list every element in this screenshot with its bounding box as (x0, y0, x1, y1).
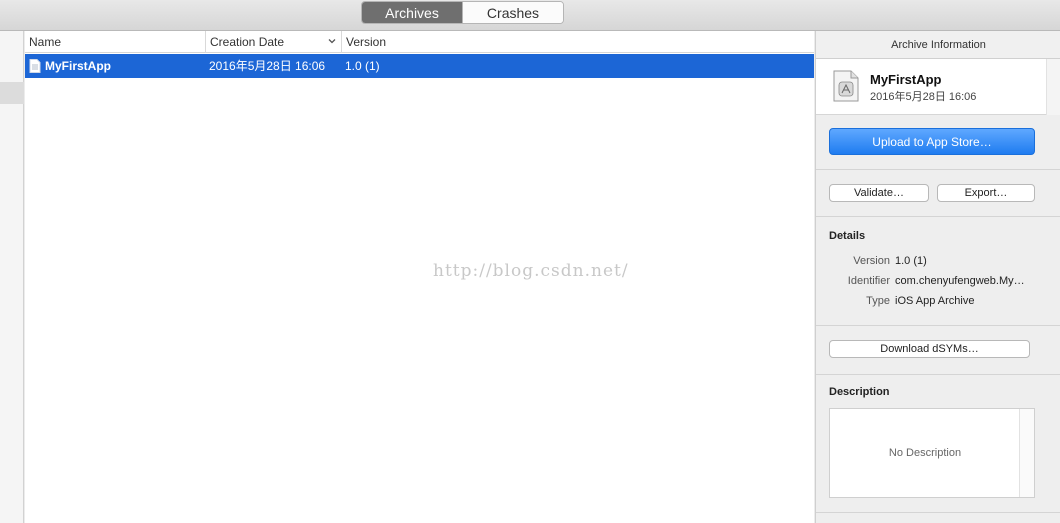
export-button[interactable]: Export… (937, 184, 1035, 202)
detail-label-version: Version (853, 255, 890, 267)
column-header-version[interactable]: Version (341, 31, 814, 53)
tab-archives[interactable]: Archives (362, 2, 462, 23)
detail-value-identifier: com.chenyufengweb.My… (895, 275, 1025, 287)
details-title: Details (829, 230, 866, 242)
column-header-name[interactable]: Name (25, 31, 205, 53)
description-scrollbar[interactable] (1019, 409, 1034, 497)
row-name: MyFirstApp (45, 59, 111, 73)
row-creation-date: 2016年5月28日 16:06 (209, 59, 326, 73)
detail-value-version: 1.0 (1) (895, 255, 927, 267)
detail-label-identifier: Identifier (847, 275, 890, 287)
upload-to-app-store-button[interactable]: Upload to App Store… (829, 128, 1035, 155)
archives-crashes-segmented-control: Archives Crashes (361, 1, 564, 24)
archive-information-panel: Archive Information MyFirstApp 2016年5月28… (815, 31, 1060, 523)
table-header: Name Creation Date Version (25, 31, 814, 53)
row-version: 1.0 (1) (345, 59, 380, 73)
app-creation-date: 2016年5月28日 16:06 (870, 91, 977, 103)
sidebar-selected-item[interactable] (0, 82, 24, 104)
divider (816, 325, 1060, 326)
tab-crashes[interactable]: Crashes (462, 2, 563, 23)
divider (816, 216, 1060, 217)
column-header-creation-date[interactable]: Creation Date (205, 31, 341, 53)
chevron-down-icon (328, 39, 336, 44)
archive-list: Name Creation Date Version MyFirstApp 20… (25, 31, 814, 523)
app-name: MyFirstApp (870, 72, 942, 87)
sidebar (0, 31, 24, 523)
description-placeholder: No Description (888, 447, 962, 459)
validate-button[interactable]: Validate… (829, 184, 929, 202)
description-title: Description (829, 386, 890, 398)
detail-label-type: Type (866, 295, 890, 307)
toolbar: Archives Crashes (0, 0, 1060, 31)
archive-summary-card: MyFirstApp 2016年5月28日 16:06 (816, 59, 1046, 115)
watermark: http://blog.csdn.net/ (433, 261, 629, 281)
archive-document-icon (29, 59, 41, 73)
app-archive-icon (833, 70, 859, 102)
table-row[interactable]: MyFirstApp 2016年5月28日 16:06 1.0 (1) (25, 54, 814, 78)
description-field[interactable]: No Description (829, 408, 1035, 498)
divider (816, 169, 1060, 170)
column-header-creation-date-label: Creation Date (210, 35, 285, 49)
divider (816, 512, 1060, 513)
divider (816, 374, 1060, 375)
detail-value-type: iOS App Archive (895, 295, 975, 307)
summary-scrollbar[interactable] (1046, 59, 1060, 115)
panel-title: Archive Information (816, 31, 1060, 59)
download-dsyms-button[interactable]: Download dSYMs… (829, 340, 1030, 358)
